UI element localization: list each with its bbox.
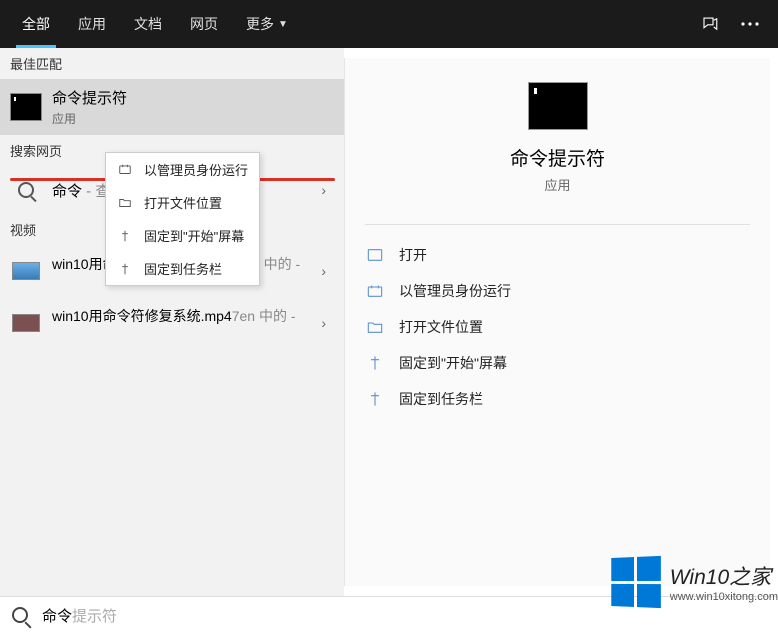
- folder-icon: [365, 319, 385, 335]
- windows-logo-icon: [611, 556, 661, 608]
- video-icon: [10, 307, 42, 339]
- action-pin-to-taskbar[interactable]: 固定到任务栏: [351, 381, 764, 417]
- result-title: 命令提示符: [52, 87, 334, 108]
- feedback-icon[interactable]: [690, 0, 730, 48]
- result-video-2[interactable]: win10用命令符修复系统.mp47en 中的 - ›: [0, 297, 344, 349]
- action-open-file-location[interactable]: 打开文件位置: [351, 309, 764, 345]
- tab-more[interactable]: 更多 ▼: [232, 0, 302, 48]
- action-label: 固定到任务栏: [399, 389, 483, 409]
- watermark: Win10之家 www.win10xitong.com: [610, 557, 778, 607]
- preview-pane: 命令提示符 应用 打开 以管理员身份运行 打开文件位置: [344, 58, 770, 586]
- search-input[interactable]: 命令提示符: [42, 605, 117, 626]
- shield-icon: [365, 283, 385, 299]
- section-best-match: 最佳匹配: [0, 48, 344, 79]
- video-2-text: win10用命令符修复系统.mp47en 中的 -: [52, 307, 313, 327]
- pin-icon: [116, 228, 134, 244]
- results-pane: 最佳匹配 命令提示符 应用 搜索网页 命令 - 查看网 › 视频: [0, 48, 344, 596]
- ctx-label: 打开文件位置: [144, 193, 222, 212]
- search-icon: [12, 607, 28, 623]
- header-bar: 全部 应用 文档 网页 更多 ▼: [0, 0, 778, 48]
- result-subtitle: 应用: [52, 110, 334, 127]
- tab-documents[interactable]: 文档: [120, 0, 176, 48]
- pin-icon: [116, 261, 134, 277]
- ctx-run-as-admin[interactable]: 以管理员身份运行: [106, 153, 259, 186]
- tab-all[interactable]: 全部: [8, 0, 64, 48]
- tab-more-label: 更多: [246, 14, 274, 34]
- ctx-label: 以管理员身份运行: [144, 160, 248, 179]
- action-run-as-admin[interactable]: 以管理员身份运行: [351, 273, 764, 309]
- ctx-open-file-location[interactable]: 打开文件位置: [106, 186, 259, 219]
- action-pin-to-start[interactable]: 固定到"开始"屏幕: [351, 345, 764, 381]
- tab-apps[interactable]: 应用: [64, 0, 120, 48]
- watermark-url: www.win10xitong.com: [670, 591, 778, 603]
- shield-icon: [116, 162, 134, 178]
- open-icon: [365, 247, 385, 263]
- result-cmd-prompt[interactable]: 命令提示符 应用: [0, 79, 344, 135]
- video-icon: [10, 255, 42, 287]
- chevron-right-icon: ›: [313, 182, 334, 198]
- action-label: 以管理员身份运行: [399, 281, 511, 301]
- action-label: 打开: [399, 245, 427, 265]
- cmd-icon: [10, 91, 42, 123]
- watermark-title: Win10之家: [670, 561, 778, 591]
- preview-title: 命令提示符: [345, 144, 770, 171]
- ctx-pin-to-start[interactable]: 固定到"开始"屏幕: [106, 219, 259, 252]
- preview-app-icon: [528, 82, 588, 130]
- chevron-right-icon: ›: [313, 263, 334, 279]
- more-options-icon[interactable]: [730, 0, 770, 48]
- ctx-label: 固定到"开始"屏幕: [144, 226, 244, 245]
- pin-icon: [365, 355, 385, 371]
- divider: [365, 224, 750, 225]
- ctx-label: 固定到任务栏: [144, 259, 222, 278]
- action-open[interactable]: 打开: [351, 237, 764, 273]
- context-menu: 以管理员身份运行 打开文件位置 固定到"开始"屏幕 固定到任务栏: [105, 152, 260, 286]
- preview-subtitle: 应用: [345, 175, 770, 194]
- chevron-down-icon: ▼: [278, 19, 288, 30]
- tab-web[interactable]: 网页: [176, 0, 232, 48]
- ctx-pin-to-taskbar[interactable]: 固定到任务栏: [106, 252, 259, 285]
- action-label: 打开文件位置: [399, 317, 483, 337]
- pin-icon: [365, 391, 385, 407]
- folder-icon: [116, 195, 134, 211]
- action-label: 固定到"开始"屏幕: [399, 353, 507, 373]
- chevron-right-icon: ›: [313, 315, 334, 331]
